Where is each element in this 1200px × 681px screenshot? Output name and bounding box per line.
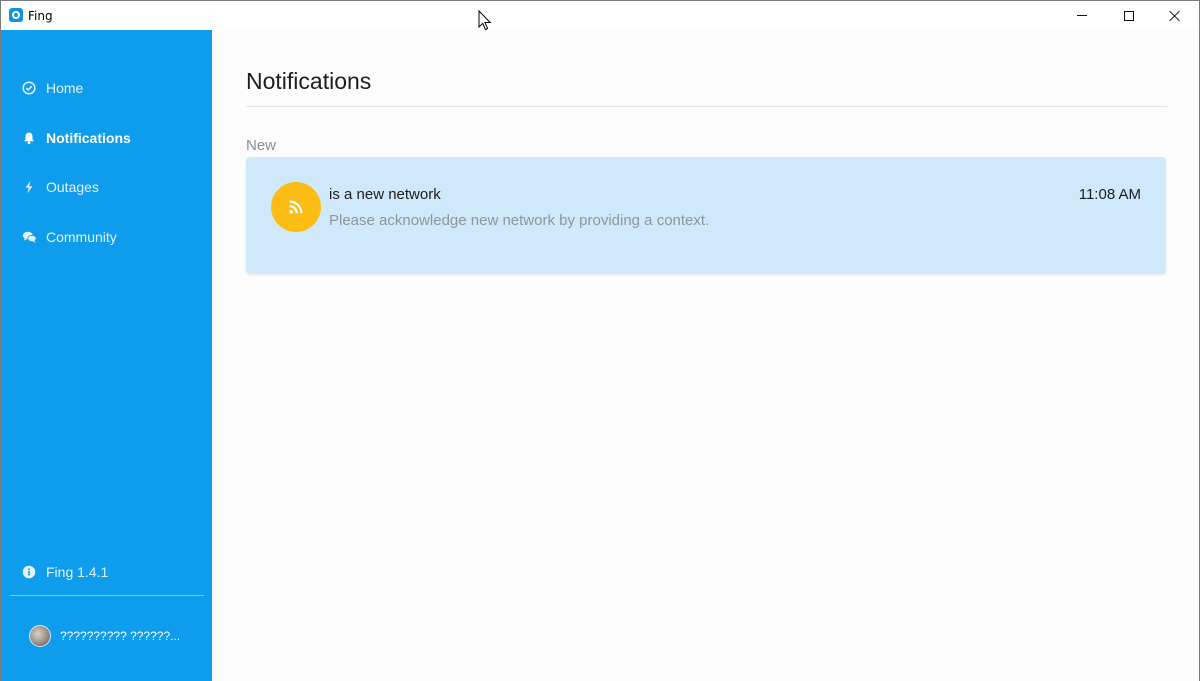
close-button[interactable] (1152, 1, 1198, 30)
sidebar-item-home[interactable]: Home (21, 77, 83, 99)
version-label: Fing 1.4.1 (46, 564, 109, 580)
sidebar-item-label: Outages (46, 179, 99, 195)
info-icon (21, 564, 37, 580)
chat-bubbles-icon (21, 229, 37, 245)
notification-card[interactable]: is a new network Please acknowledge new … (246, 157, 1166, 274)
sidebar-divider (10, 595, 204, 596)
sidebar-item-label: Community (46, 229, 117, 245)
sidebar-item-notifications[interactable]: Notifications (21, 127, 131, 149)
maximize-button[interactable] (1106, 1, 1152, 30)
bell-icon (21, 130, 37, 146)
sidebar: Home Notifications Outages Community Fin (1, 30, 212, 681)
close-icon (1169, 10, 1181, 22)
user-account[interactable]: ?????????? ??????... (29, 625, 180, 647)
title-divider (246, 106, 1167, 107)
sidebar-item-community[interactable]: Community (21, 226, 117, 248)
lightning-icon (21, 179, 37, 195)
user-name: ?????????? ??????... (60, 629, 181, 643)
check-circle-icon (21, 80, 37, 96)
sidebar-item-label: Notifications (46, 130, 131, 146)
mouse-cursor-icon (478, 10, 492, 31)
fing-logo-icon (9, 8, 23, 22)
sidebar-item-label: Home (46, 80, 84, 96)
app-version[interactable]: Fing 1.4.1 (21, 561, 108, 583)
notification-time: 11:08 AM (1078, 186, 1141, 203)
avatar (29, 625, 51, 647)
notification-title: is a new network (329, 186, 441, 203)
minimize-icon (1077, 15, 1087, 16)
sidebar-item-outages[interactable]: Outages (21, 176, 99, 198)
page-title: Notifications (246, 68, 372, 94)
maximize-icon (1124, 10, 1134, 21)
notification-message: Please acknowledge new network by provid… (329, 212, 710, 229)
title-bar[interactable]: Fing (1, 1, 1199, 30)
app-window: Fing Home Notifications Outages Communit… (0, 0, 1200, 681)
minimize-button[interactable] (1059, 1, 1105, 30)
section-label-new: New (246, 137, 277, 154)
main-content: Notifications New is a new network Pleas… (212, 30, 1199, 681)
window-title: Fing (28, 9, 53, 23)
rss-icon (271, 182, 321, 232)
